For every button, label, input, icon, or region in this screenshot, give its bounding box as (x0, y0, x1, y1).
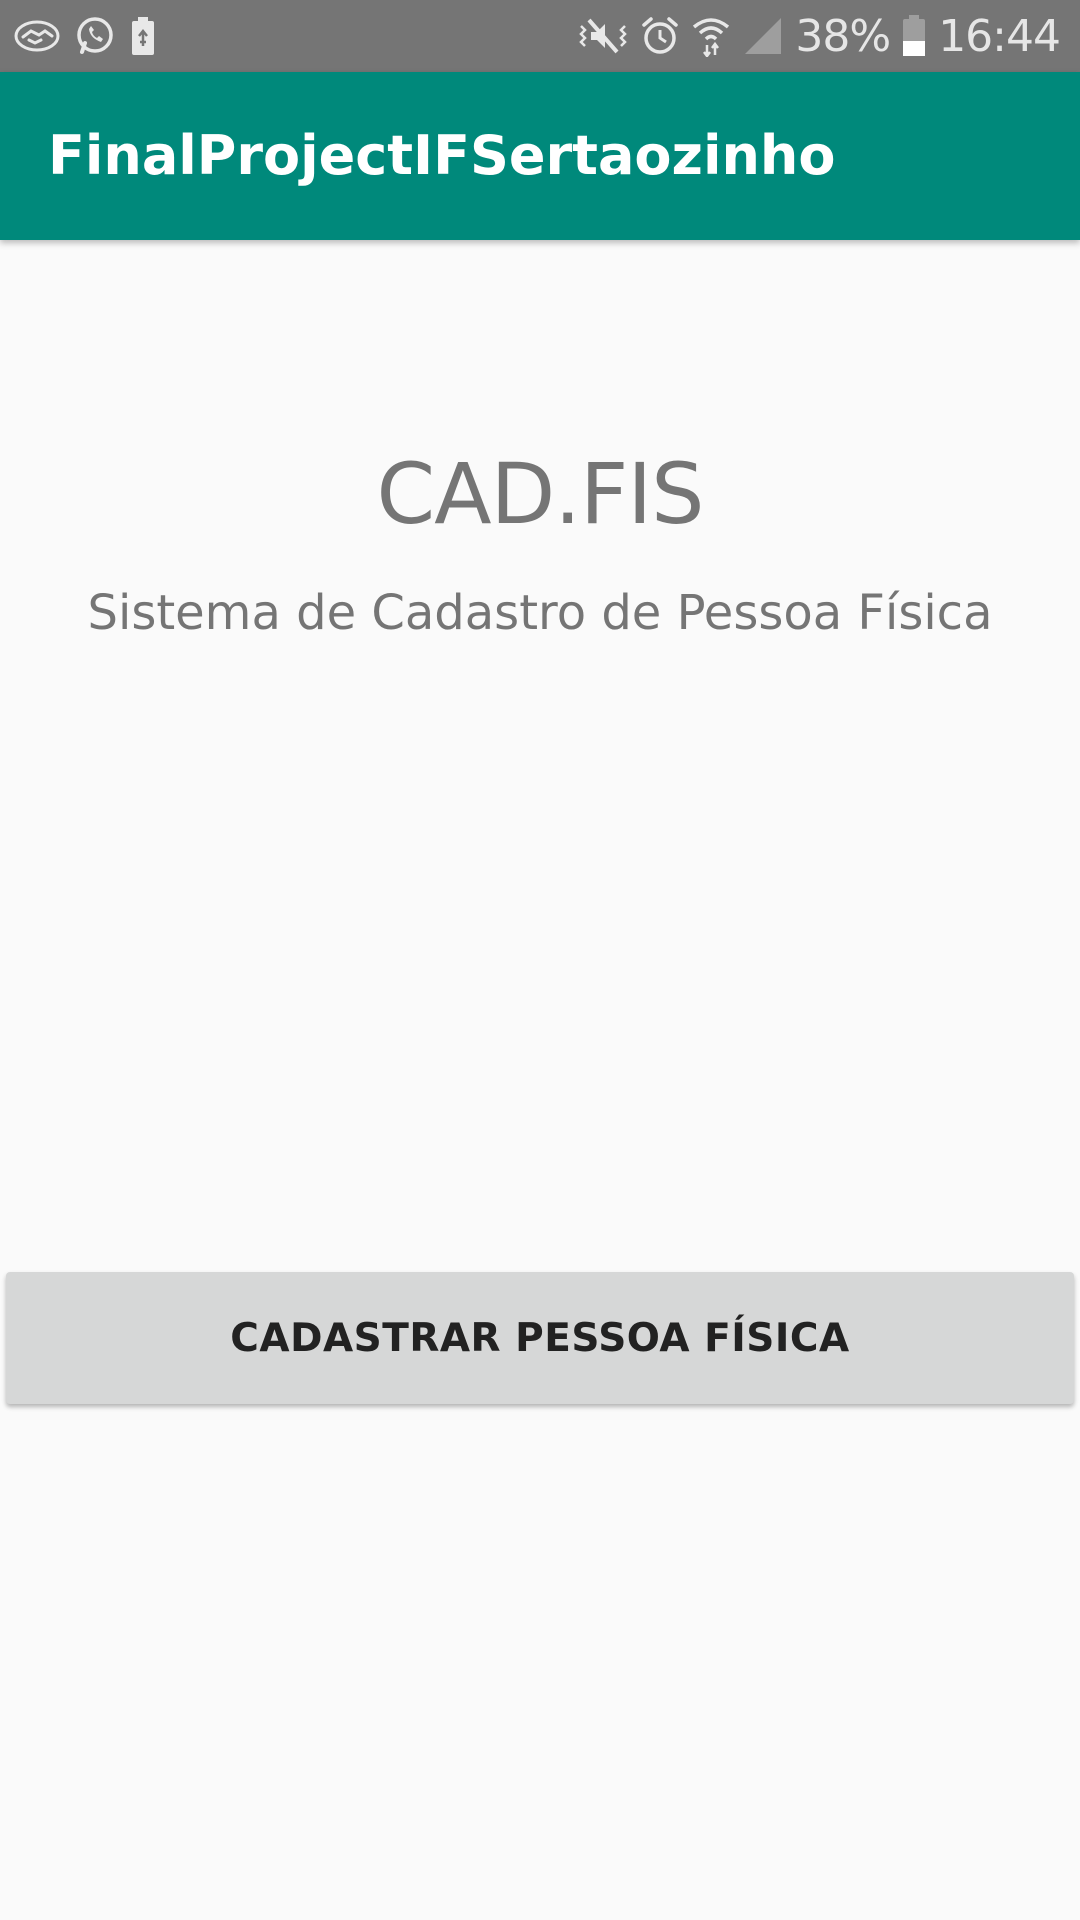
register-person-button[interactable]: CADASTRAR PESSOA FÍSICA (6, 1272, 1074, 1404)
signal-icon (743, 16, 783, 56)
battery-icon (902, 15, 926, 57)
app-name-heading: CAD.FIS (376, 445, 705, 543)
system-icons: 38% 16:44 (577, 0, 1061, 72)
notification-icons (14, 12, 156, 60)
main-content: CAD.FIS Sistema de Cadastro de Pessoa Fí… (0, 240, 1080, 1920)
alarm-icon (641, 16, 679, 56)
clock: 16:44 (938, 10, 1061, 62)
battery-percent: 38% (795, 10, 891, 62)
wifi-icon (691, 15, 731, 57)
vibrate-mute-icon (577, 16, 629, 56)
whatsapp-icon (74, 15, 116, 57)
status-bar: 38% 16:44 (0, 0, 1080, 72)
app-bar-title: FinalProjectIFSertaozinho (48, 124, 836, 187)
app-bar: FinalProjectIFSertaozinho (0, 72, 1080, 240)
handshake-icon (14, 19, 60, 53)
app-subtitle: Sistema de Cadastro de Pessoa Física (87, 585, 993, 641)
battery-saver-icon (130, 16, 156, 56)
